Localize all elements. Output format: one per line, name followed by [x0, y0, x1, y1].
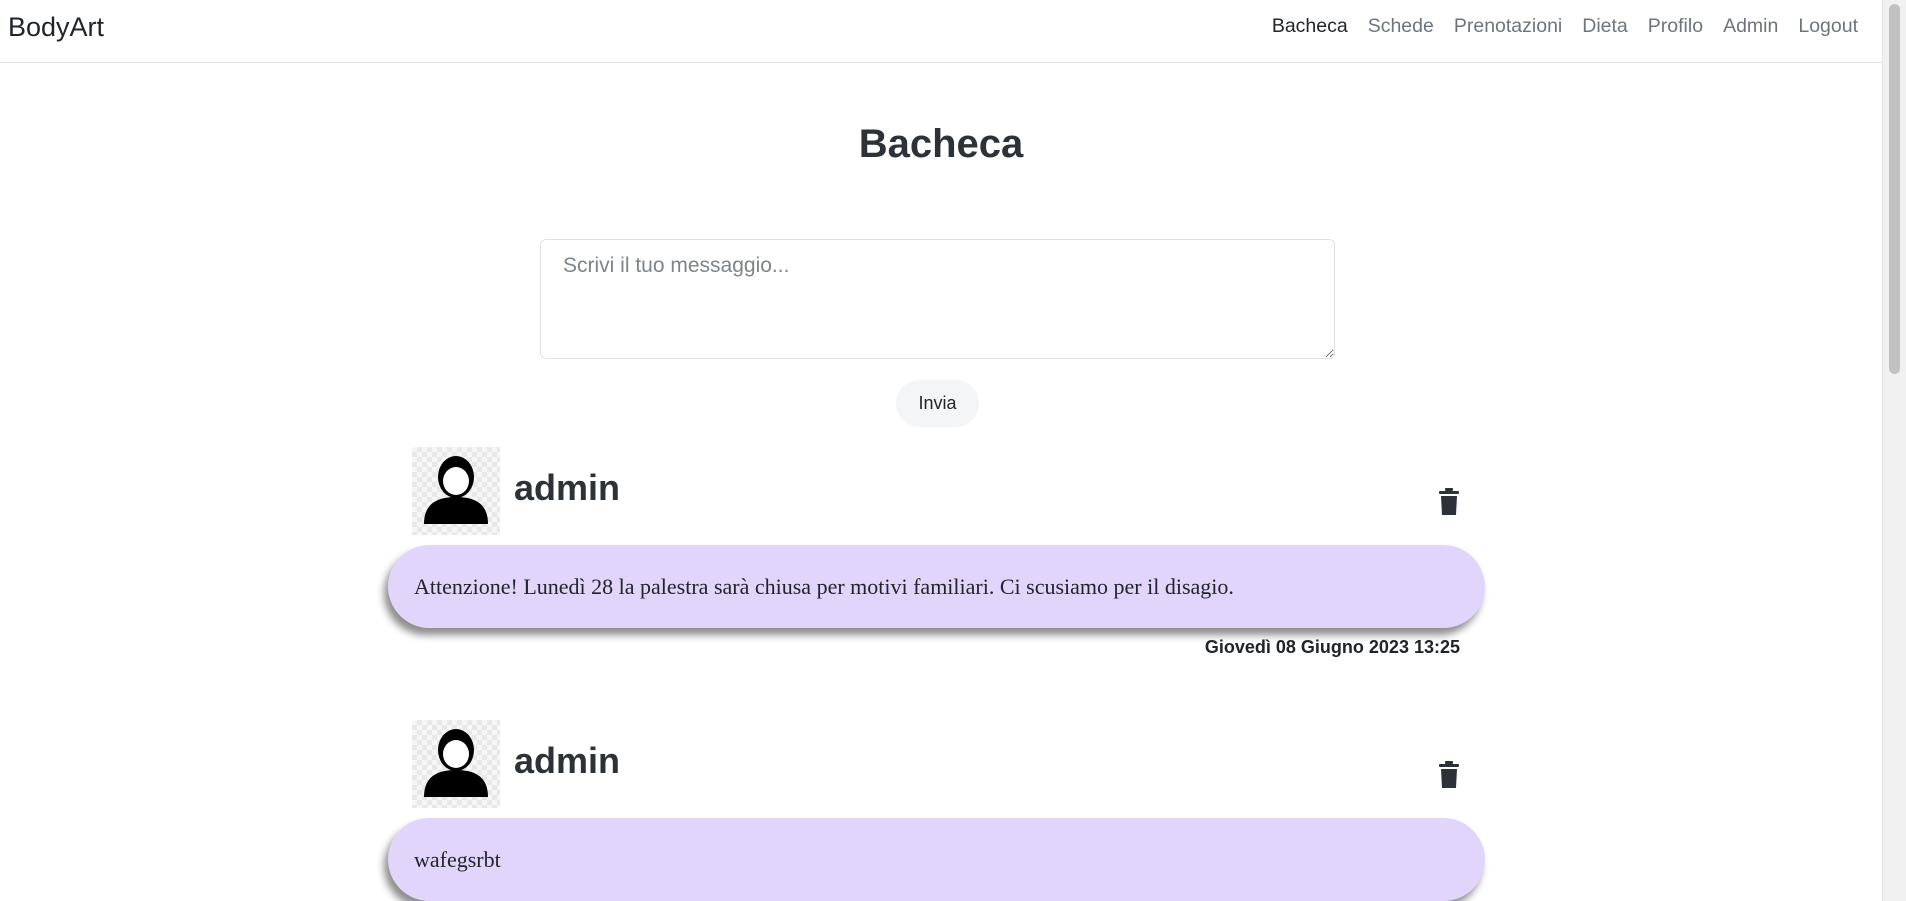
trash-icon[interactable] [1436, 487, 1462, 517]
scrollbar-thumb[interactable] [1889, 4, 1900, 374]
page-title: Bacheca [858, 122, 1024, 166]
nav-link-profilo[interactable]: Profilo [1648, 14, 1703, 38]
post-message: wafegsrbt [388, 818, 1485, 901]
nav-link-logout[interactable]: Logout [1798, 14, 1858, 38]
navbar: BodyArt Bacheca Schede Prenotazioni Diet… [0, 0, 1882, 63]
post-author: admin [514, 740, 621, 781]
nav-link-bacheca[interactable]: Bacheca [1272, 14, 1348, 38]
post-author: admin [514, 467, 621, 508]
message-textarea[interactable] [540, 239, 1335, 359]
nav-link-dieta[interactable]: Dieta [1582, 14, 1628, 38]
send-button[interactable]: Invia [896, 380, 979, 427]
nav-link-prenotazioni[interactable]: Prenotazioni [1454, 14, 1562, 38]
post-message: Attenzione! Lunedì 28 la palestra sarà c… [388, 545, 1485, 628]
post-card: admin wafegsrbt [385, 720, 1485, 901]
brand-link[interactable]: BodyArt [8, 12, 104, 43]
nav-link-schede[interactable]: Schede [1368, 14, 1434, 38]
post-timestamp: Giovedì 08 Giugno 2023 13:25 [1204, 637, 1460, 657]
post-card: admin Attenzione! Lunedì 28 la palestra … [385, 447, 1485, 667]
scrollbar[interactable] [1882, 0, 1906, 901]
user-silhouette-icon [412, 447, 500, 535]
nav-links: Bacheca Schede Prenotazioni Dieta Profil… [1272, 14, 1858, 38]
user-silhouette-icon [412, 720, 500, 808]
nav-link-admin[interactable]: Admin [1723, 14, 1778, 38]
trash-icon[interactable] [1436, 760, 1462, 790]
